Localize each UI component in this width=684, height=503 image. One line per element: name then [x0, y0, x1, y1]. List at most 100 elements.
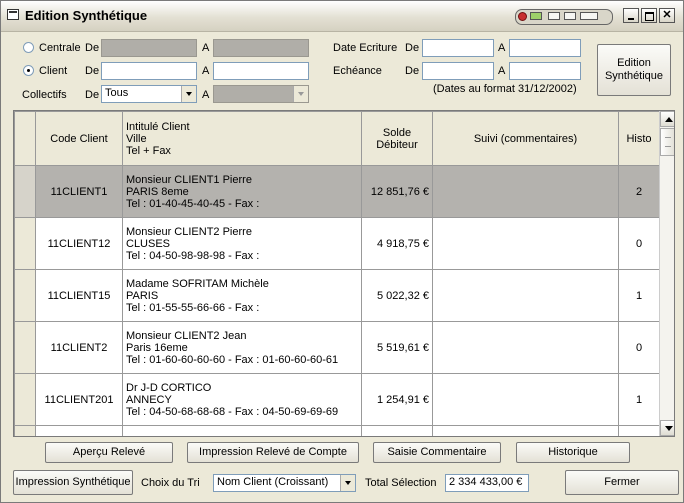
row-selector[interactable] — [14, 165, 36, 218]
pin-icon[interactable] — [548, 12, 560, 20]
echeance-a-label: A — [498, 65, 506, 77]
echeance-to-field[interactable] — [509, 62, 581, 80]
echeance-label: Echéance — [333, 65, 382, 77]
col-intitule-line2: Ville — [126, 132, 147, 145]
row-selector[interactable] — [14, 217, 36, 270]
table-row[interactable]: 11CLIENT12 Monsieur CLIENT2 Pierre CLUSE… — [14, 217, 660, 270]
row-selector[interactable] — [14, 373, 36, 426]
col-solde-debiteur[interactable]: Solde Débiteur — [361, 111, 433, 166]
client-name: Madame SOFRITAM Michèle — [126, 277, 269, 290]
col-suivi[interactable]: Suivi (commentaires) — [432, 111, 619, 166]
col-intitule-client[interactable]: Intitulé Client Ville Tel + Fax — [122, 111, 362, 166]
cell-intitule: Monsieur CLIENT2 Pierre CLUSES Tel : 04-… — [122, 217, 362, 270]
client-from-field[interactable] — [101, 62, 197, 80]
client-to-field[interactable] — [213, 62, 309, 80]
vertical-scrollbar[interactable] — [659, 111, 674, 436]
cell-suivi[interactable] — [432, 321, 619, 374]
impression-releve-button[interactable]: Impression Relevé de Compte — [187, 442, 359, 463]
col-histo[interactable]: Histo — [618, 111, 660, 166]
cell-histo: 2 — [618, 165, 660, 218]
centrale-label: Centrale — [39, 42, 81, 54]
collectifs-from-select[interactable]: Tous — [101, 85, 197, 103]
cell-suivi[interactable] — [432, 165, 619, 218]
clients-table: Code Client Intitulé Client Ville Tel + … — [13, 110, 675, 437]
table-row[interactable] — [14, 425, 660, 436]
row-selector[interactable] — [14, 321, 36, 374]
centrale-de-label: De — [85, 42, 100, 54]
edition-synthetique-button[interactable]: Edition Synthétique — [597, 44, 671, 96]
client-tel: Tel : 04-50-68-68-68 - Fax : 04-50-69-69… — [126, 405, 339, 418]
table-header-row: Code Client Intitulé Client Ville Tel + … — [14, 111, 660, 166]
historique-button[interactable]: Historique — [516, 442, 630, 463]
col-solde-line1: Solde — [382, 126, 412, 139]
cell-histo: 0 — [618, 321, 660, 374]
cell-solde: 4 918,75 € — [361, 217, 433, 270]
saisie-commentaire-button[interactable]: Saisie Commentaire — [373, 442, 501, 463]
cell-suivi[interactable] — [432, 373, 619, 426]
scroll-thumb[interactable] — [660, 128, 674, 156]
window-size-icon[interactable] — [580, 12, 598, 20]
client-city: CLUSES — [126, 237, 171, 250]
scroll-down-icon[interactable] — [660, 420, 674, 436]
cell-code: 11CLIENT12 — [35, 217, 123, 270]
cell-suivi[interactable] — [432, 217, 619, 270]
row-selector[interactable] — [14, 425, 36, 436]
client-name: Dr J-D CORTICO — [126, 381, 212, 394]
table-row[interactable]: 11CLIENT15 Madame SOFRITAM Michèle PARIS… — [14, 269, 660, 322]
table-row[interactable]: 11CLIENT2 Monsieur CLIENT2 Jean Paris 16… — [14, 321, 660, 374]
cell-suivi[interactable] — [432, 269, 619, 322]
edition-button-line2: Synthétique — [604, 70, 664, 82]
collectifs-de-label: De — [85, 89, 100, 101]
cell-solde: 12 851,76 € — [361, 165, 433, 218]
cell-intitule: Dr J-D CORTICO ANNECY Tel : 04-50-68-68-… — [122, 373, 362, 426]
window-arrange-icon[interactable] — [564, 12, 576, 20]
nvidia-icon[interactable] — [530, 12, 542, 20]
col-intitule-line3: Tel + Fax — [126, 144, 171, 157]
cell-code: 11CLIENT1 — [35, 165, 123, 218]
close-button[interactable]: ✕ — [659, 8, 675, 23]
row-selector[interactable] — [14, 269, 36, 322]
edition-button-line1: Edition — [617, 57, 651, 69]
date-ecriture-from-field[interactable] — [422, 39, 494, 57]
cell-solde: 1 254,91 € — [361, 373, 433, 426]
cell-code — [35, 425, 123, 436]
centrale-from-field — [101, 39, 197, 57]
client-tel: Tel : 04-50-98-98-98 - Fax : — [126, 249, 260, 262]
col-intitule-line1: Intitulé Client — [126, 120, 190, 133]
date-format-hint: (Dates au format 31/12/2002) — [433, 83, 577, 95]
choix-tri-label: Choix du Tri — [141, 477, 200, 489]
cell-code: 11CLIENT2 — [35, 321, 123, 374]
cell-histo: 1 — [618, 269, 660, 322]
collectifs-label: Collectifs — [22, 89, 67, 101]
chevron-down-icon[interactable] — [181, 86, 196, 102]
table-row[interactable]: 11CLIENT1 Monsieur CLIENT1 Pierre PARIS … — [14, 165, 660, 218]
fermer-button[interactable]: Fermer — [565, 470, 679, 495]
minimize-button[interactable] — [623, 8, 639, 23]
chevron-down-icon[interactable] — [340, 475, 355, 491]
cell-histo: 1 — [618, 373, 660, 426]
client-name: Monsieur CLIENT1 Pierre — [126, 173, 252, 186]
col-code-client[interactable]: Code Client — [35, 111, 123, 166]
titlebar-tools — [515, 9, 613, 25]
date-ecriture-to-field[interactable] — [509, 39, 581, 57]
impression-synthetique-button[interactable]: Impression Synthétique — [13, 470, 133, 495]
client-a-label: A — [202, 65, 210, 77]
client-tel: Tel : 01-60-60-60-60 - Fax : 01-60-60-60… — [126, 353, 339, 366]
title-bar[interactable]: Edition Synthétique ✕ — [1, 1, 683, 32]
tri-select[interactable]: Nom Client (Croissant) — [213, 474, 356, 492]
maximize-button[interactable] — [641, 8, 657, 23]
table-row[interactable]: 11CLIENT201 Dr J-D CORTICO ANNECY Tel : … — [14, 373, 660, 426]
radio-client[interactable] — [23, 65, 34, 76]
collectifs-from-value: Tous — [105, 87, 129, 99]
radio-centrale[interactable] — [23, 42, 34, 53]
echeance-from-field[interactable] — [422, 62, 494, 80]
record-icon[interactable] — [518, 12, 527, 21]
cell-suivi[interactable] — [432, 425, 619, 436]
cell-intitule — [122, 425, 362, 436]
client-city: PARIS — [126, 289, 159, 302]
cell-solde — [361, 425, 433, 436]
centrale-to-field — [213, 39, 309, 57]
scroll-up-icon[interactable] — [660, 111, 674, 127]
apercu-releve-button[interactable]: Aperçu Relevé — [45, 442, 173, 463]
chevron-down-icon — [293, 86, 308, 102]
